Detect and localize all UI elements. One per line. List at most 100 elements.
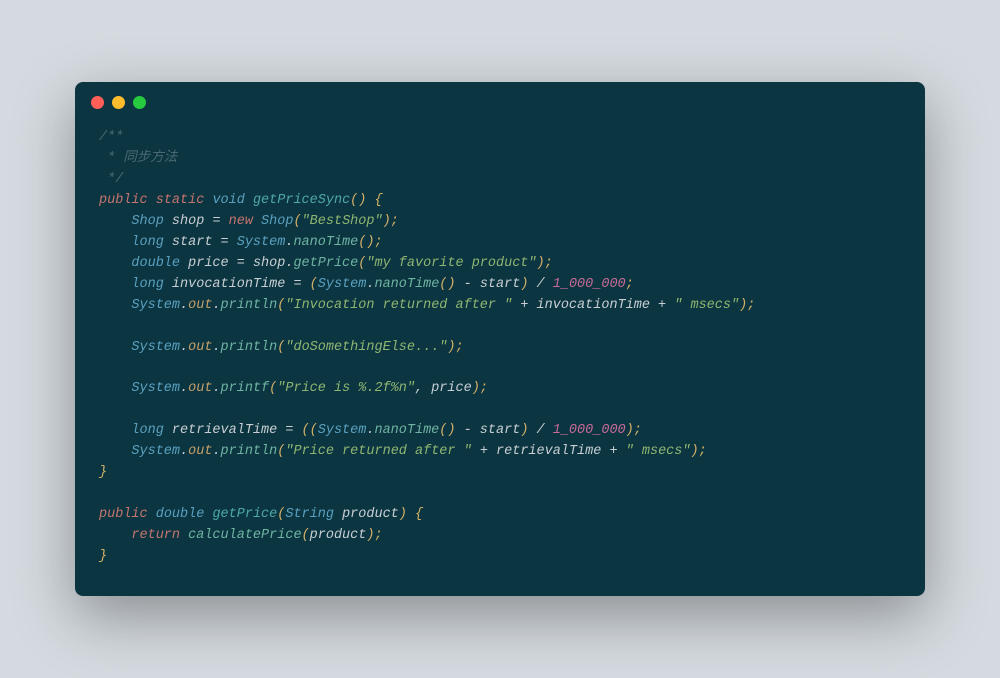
code-token: "doSomethingElse..." <box>285 340 447 355</box>
code-token: static <box>156 193 213 208</box>
code-token: . <box>212 381 220 396</box>
code-token: invocationTime <box>172 277 294 292</box>
code-line <box>99 317 901 338</box>
code-line: * 同步方法 <box>99 149 901 170</box>
code-token: + <box>601 444 625 459</box>
code-token: } <box>99 465 107 480</box>
code-token: void <box>212 193 253 208</box>
code-token: ); <box>690 444 706 459</box>
code-token: = <box>237 256 253 271</box>
code-line: Shop shop = new Shop("BestShop"); <box>99 212 901 233</box>
code-token: - <box>456 277 480 292</box>
code-token: long <box>131 423 172 438</box>
code-token: ); <box>383 214 399 229</box>
code-token: calculatePrice <box>188 528 301 543</box>
code-line: long retrievalTime = ((System.nanoTime()… <box>99 421 901 442</box>
code-token: System <box>131 340 180 355</box>
code-token: println <box>221 444 278 459</box>
code-token: price <box>431 381 472 396</box>
code-token: * 同步方法 <box>99 151 177 166</box>
code-token: System <box>131 444 180 459</box>
code-token: / <box>528 277 552 292</box>
code-line <box>99 400 901 421</box>
code-token: new <box>229 214 261 229</box>
code-token: out <box>188 381 212 396</box>
code-token: + <box>650 298 674 313</box>
code-token: System <box>131 298 180 313</box>
code-token: String <box>285 507 342 522</box>
code-token: ); <box>366 528 382 543</box>
code-token: . <box>180 381 188 396</box>
code-line: public double getPrice(String product) { <box>99 505 901 526</box>
code-token: println <box>221 298 278 313</box>
code-token: long <box>131 235 172 250</box>
minimize-icon[interactable] <box>112 96 125 109</box>
code-line: System.out.printf("Price is %.2f%n", pri… <box>99 379 901 400</box>
code-line: public static void getPriceSync() { <box>99 191 901 212</box>
code-token: ( <box>310 277 318 292</box>
code-token: System <box>318 277 367 292</box>
code-token: ); <box>537 256 553 271</box>
code-token: getPrice <box>293 256 358 271</box>
code-line: System.out.println("doSomethingElse...")… <box>99 338 901 359</box>
code-token: / <box>528 423 552 438</box>
maximize-icon[interactable] <box>133 96 146 109</box>
code-token: = <box>212 214 228 229</box>
code-token: ) { <box>399 507 423 522</box>
code-line: */ <box>99 170 901 191</box>
code-token: /** <box>99 130 123 145</box>
code-token: ); <box>447 340 463 355</box>
code-token: . <box>180 298 188 313</box>
code-line: long start = System.nanoTime(); <box>99 233 901 254</box>
close-icon[interactable] <box>91 96 104 109</box>
code-window: /** * 同步方法 */public static void getPrice… <box>75 82 925 595</box>
code-token: . <box>180 340 188 355</box>
code-line: double price = shop.getPrice("my favorit… <box>99 254 901 275</box>
code-token: out <box>188 298 212 313</box>
code-token: retrievalTime <box>496 444 601 459</box>
code-token: " msecs" <box>626 444 691 459</box>
code-token: System <box>237 235 286 250</box>
code-token: ); <box>472 381 488 396</box>
code-token: Shop <box>131 214 172 229</box>
code-token: System <box>318 423 367 438</box>
code-token: " msecs" <box>674 298 739 313</box>
code-token: (); <box>358 235 382 250</box>
code-line <box>99 358 901 379</box>
code-token: return <box>131 528 188 543</box>
code-token: "Invocation returned after " <box>285 298 512 313</box>
code-token: out <box>188 340 212 355</box>
code-token: (( <box>302 423 318 438</box>
code-token: . <box>212 298 220 313</box>
code-token: nanoTime <box>374 423 439 438</box>
code-token: start <box>172 235 221 250</box>
code-token: () <box>439 277 455 292</box>
code-token: "Price is %.2f%n" <box>277 381 415 396</box>
code-token: println <box>221 340 278 355</box>
code-token: "BestShop" <box>302 214 383 229</box>
code-line <box>99 484 901 505</box>
code-token: . <box>212 340 220 355</box>
code-token: = <box>293 277 309 292</box>
window-titlebar <box>75 82 925 122</box>
code-token: + <box>512 298 536 313</box>
code-token: System <box>131 381 180 396</box>
code-token: long <box>131 277 172 292</box>
code-token: out <box>188 444 212 459</box>
code-token: ); <box>626 423 642 438</box>
code-token: ( <box>293 214 301 229</box>
code-token: nanoTime <box>374 277 439 292</box>
code-token: 1_000_000 <box>553 423 626 438</box>
code-token: printf <box>221 381 270 396</box>
code-token: retrievalTime <box>172 423 285 438</box>
code-token: double <box>156 507 213 522</box>
code-token: ; <box>626 277 634 292</box>
code-token: . <box>180 444 188 459</box>
code-token: getPrice <box>212 507 277 522</box>
code-token: shop <box>172 214 213 229</box>
code-token: ); <box>739 298 755 313</box>
code-line: System.out.println("Invocation returned … <box>99 296 901 317</box>
code-token: public <box>99 193 156 208</box>
code-token: product <box>342 507 399 522</box>
code-token: invocationTime <box>537 298 650 313</box>
